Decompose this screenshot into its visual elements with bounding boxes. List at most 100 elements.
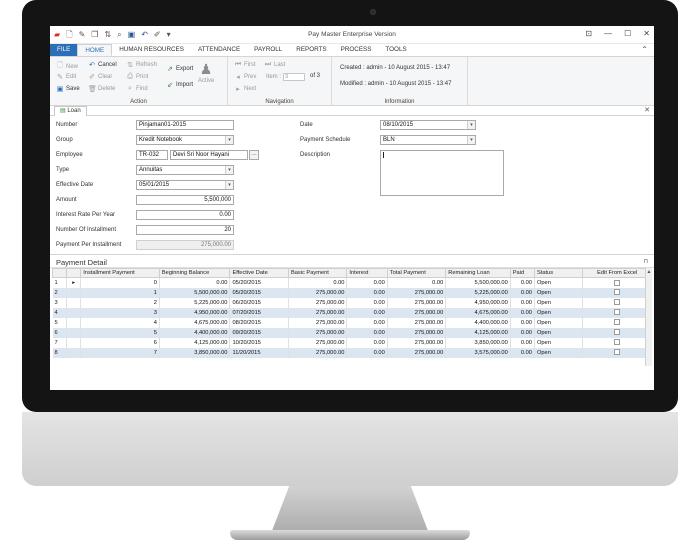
basic-payment-cell[interactable]: 275,000.00 [288,287,348,298]
save-button[interactable]: ▣ Save [56,85,80,93]
basic-payment-cell[interactable]: 275,000.00 [288,317,348,328]
close-document-icon[interactable]: ✕ [644,106,650,116]
export-button[interactable]: ⇗ Export [166,65,193,73]
edit-from-excel-checkbox[interactable] [614,349,621,356]
remaining-loan-cell[interactable]: 4,675,000.00 [445,307,511,318]
effective-date-cell[interactable]: 09/20/2015 [229,327,289,338]
close-button[interactable]: ✕ [643,29,650,38]
date-picker[interactable]: 08/10/2015 ▾ [380,120,476,130]
interest-cell[interactable]: 0.00 [346,307,388,318]
status-cell[interactable]: Open [534,307,584,318]
item-number-input[interactable]: 3 [283,73,306,81]
basic-payment-cell[interactable]: 275,000.00 [288,307,348,318]
total-payment-cell[interactable]: 275,000.00 [387,297,447,308]
remaining-loan-cell[interactable]: 5,225,000.00 [445,287,511,298]
row-number[interactable]: 7 [52,337,68,348]
tab-payroll[interactable]: PAYROLL [247,44,289,56]
row-indicator[interactable]: ▸ [66,277,82,288]
beginning-balance-cell[interactable]: 0.00 [159,277,231,288]
effective-date-cell[interactable]: 05/20/2015 [229,287,289,298]
description-field[interactable] [380,150,504,196]
group-select[interactable]: Kredit Notebook ▾ [136,135,234,145]
next-button[interactable]: ▸ Next [234,85,256,93]
installments-field[interactable]: 20 [136,225,234,235]
vertical-scrollbar[interactable]: ▲ [645,268,652,366]
employee-name-field[interactable]: Devi Sri Noor Hayani [170,150,248,160]
edit-from-excel-checkbox[interactable] [614,309,621,316]
new-button[interactable]: 🗋 New [56,61,78,72]
paid-cell[interactable]: 0.00 [510,297,535,308]
beginning-balance-cell[interactable]: 4,675,000.00 [159,317,231,328]
row-number[interactable]: 4 [52,307,68,318]
remaining-loan-cell[interactable]: 4,400,000.00 [445,317,511,328]
beginning-balance-cell[interactable]: 3,850,000.00 [159,347,231,358]
beginning-balance-cell[interactable]: 4,125,000.00 [159,337,231,348]
column-header[interactable]: Interest [346,268,388,278]
table-row[interactable]: 4 3 4,950,000.00 07/20/2015 275,000.00 0.00 27… [52,307,652,318]
basic-payment-cell[interactable]: 275,000.00 [288,337,348,348]
row-indicator[interactable] [66,297,82,308]
cancel-button[interactable]: ↶ Cancel [88,61,117,69]
total-payment-cell[interactable]: 0.00 [387,277,447,288]
installment-cell[interactable]: 6 [80,337,160,348]
table-row[interactable]: 7 6 4,125,000.00 10/20/2015 275,000.00 0.00 27… [52,337,652,348]
prev-button[interactable]: ◂ Prev [234,73,256,81]
column-header[interactable]: Paid [509,268,535,278]
installment-cell[interactable]: 7 [80,347,160,358]
effective-date-cell[interactable]: 08/20/2015 [229,317,289,328]
basic-payment-cell[interactable]: 0.00 [288,277,348,288]
total-payment-cell[interactable]: 275,000.00 [387,337,447,348]
status-cell[interactable]: Open [534,327,584,338]
tab-reports[interactable]: REPORTS [289,44,333,56]
chevron-down-icon[interactable]: ▾ [467,136,475,144]
minimize-button[interactable]: — [604,29,612,38]
maximize-button[interactable]: ☐ [624,29,631,38]
status-cell[interactable]: Open [534,297,584,308]
paid-cell[interactable]: 0.00 [510,337,535,348]
find-button[interactable]: ⌕ Find [126,85,148,93]
row-indicator[interactable] [66,307,82,318]
tab-loan[interactable]: ▤ Loan [54,106,87,116]
interest-cell[interactable]: 0.00 [346,277,388,288]
beginning-balance-cell[interactable]: 4,950,000.00 [159,307,231,318]
installment-cell[interactable]: 0 [80,277,160,288]
beginning-balance-cell[interactable]: 5,500,000.00 [159,287,231,298]
paid-cell[interactable]: 0.00 [510,317,535,328]
effective-date-cell[interactable]: 06/20/2015 [229,297,289,308]
row-indicator[interactable] [66,347,82,358]
column-header[interactable]: Effective Date [229,268,289,278]
row-number[interactable]: 3 [52,297,68,308]
column-header[interactable]: Edit From Excel [582,268,652,278]
import-button[interactable]: ⇙ Import [166,81,193,89]
paid-cell[interactable]: 0.00 [510,277,535,288]
scroll-up-icon[interactable]: ▲ [646,268,652,276]
column-header[interactable]: Installment Payment [80,268,160,278]
remaining-loan-cell[interactable]: 4,950,000.00 [445,297,511,308]
interest-cell[interactable]: 0.00 [346,347,388,358]
table-row[interactable]: 5 4 4,675,000.00 08/20/2015 275,000.00 0.00 27… [52,317,652,328]
row-indicator[interactable] [66,317,82,328]
interest-rate-field[interactable]: 0.00 [136,210,234,220]
edit-from-excel-checkbox[interactable] [614,319,621,326]
employee-code-field[interactable]: TR-032 [136,150,168,160]
paid-cell[interactable]: 0.00 [510,307,535,318]
chevron-down-icon[interactable]: ▾ [467,121,475,129]
table-row[interactable]: 2 1 5,500,000.00 05/20/2015 275,000.00 0.00 27… [52,287,652,298]
basic-payment-cell[interactable]: 275,000.00 [288,347,348,358]
beginning-balance-cell[interactable]: 5,225,000.00 [159,297,231,308]
installment-cell[interactable]: 5 [80,327,160,338]
effective-date-cell[interactable]: 07/20/2015 [229,307,289,318]
remaining-loan-cell[interactable]: 5,500,000.00 [445,277,511,288]
interest-cell[interactable]: 0.00 [346,327,388,338]
column-header[interactable]: Beginning Balance [158,268,231,278]
column-header[interactable] [51,268,68,278]
refresh-button[interactable]: ⇅ Refresh [126,61,157,69]
installment-cell[interactable]: 4 [80,317,160,328]
edit-button[interactable]: ✎ Edit [56,73,76,81]
edit-from-excel-checkbox[interactable] [614,299,621,306]
delete-button[interactable]: 🗑 Delete [88,85,115,93]
remaining-loan-cell[interactable]: 4,125,000.00 [445,327,511,338]
collapse-ribbon-icon[interactable]: ⌃ [641,45,648,54]
effective-date-picker[interactable]: 05/01/2015 ▾ [136,180,234,190]
restore-layout-button[interactable]: ⊡ [585,29,592,38]
